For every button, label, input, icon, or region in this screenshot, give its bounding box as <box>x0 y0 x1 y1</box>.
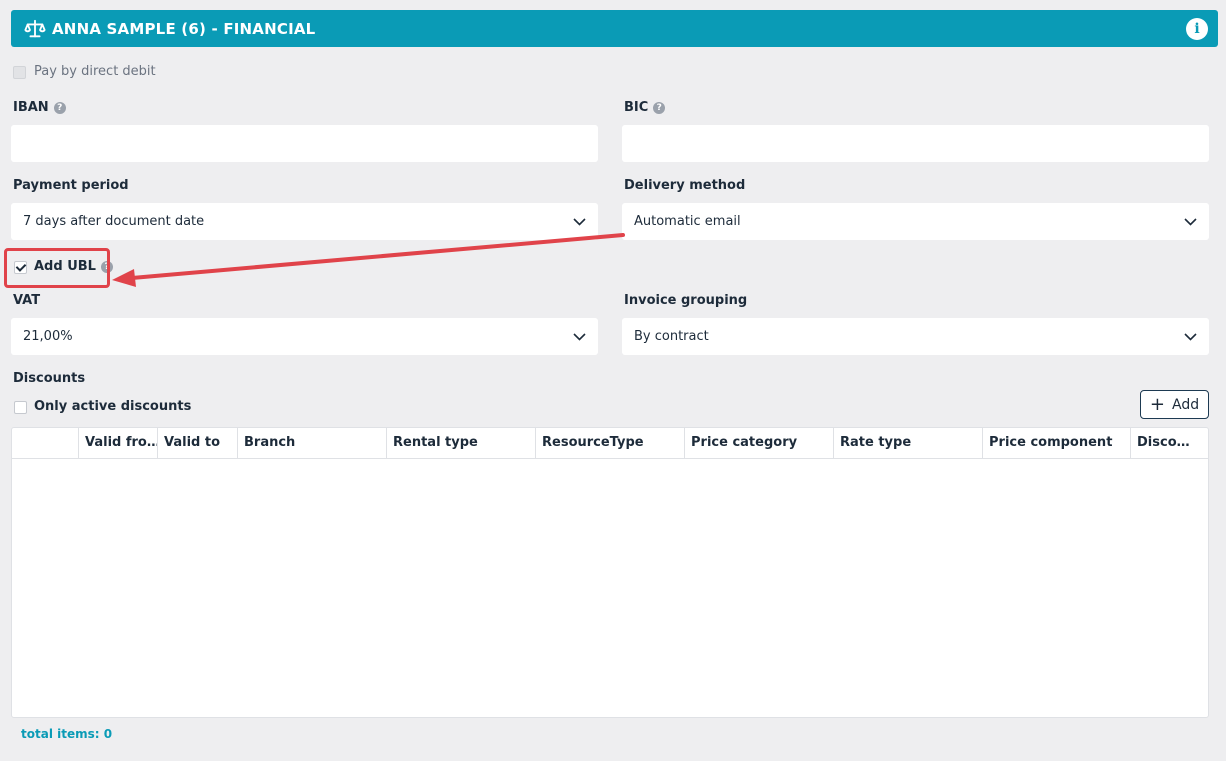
annotation-arrow <box>112 233 625 287</box>
